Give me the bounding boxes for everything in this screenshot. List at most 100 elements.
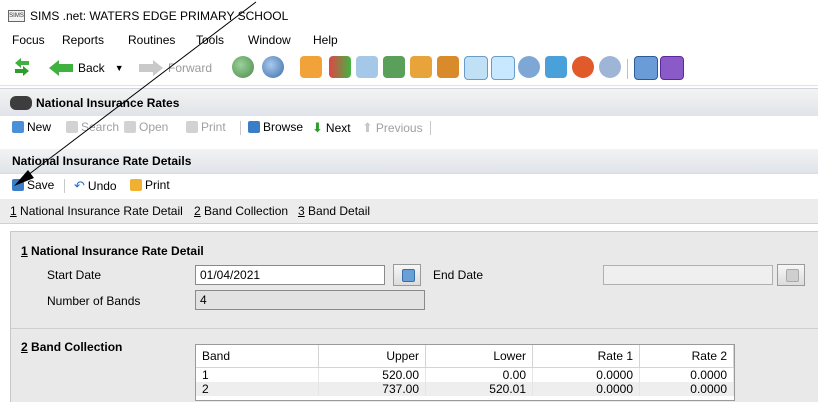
back-button[interactable]: Back ▼	[48, 59, 124, 77]
start-date-field[interactable]: 01/04/2021	[195, 265, 385, 285]
flags-icon[interactable]	[329, 56, 351, 78]
section-action-bar: New Search Open Print Browse ⬇ Next ⬆ Prev…	[0, 116, 818, 140]
column-header-upper[interactable]: Upper	[318, 345, 426, 368]
rate-2-cell: 0.0000	[639, 382, 734, 396]
users-icon[interactable]	[518, 56, 540, 78]
next-button[interactable]: ⬇ Next	[312, 120, 351, 136]
menu-window[interactable]: Window	[248, 33, 291, 47]
forward-label: Forward	[168, 61, 213, 75]
band-cell: 2	[196, 382, 319, 396]
separator	[430, 121, 431, 135]
details-header: National Insurance Rate Details	[0, 149, 818, 174]
end-date-calendar-button[interactable]	[777, 264, 805, 286]
menu-help[interactable]: Help	[313, 33, 338, 47]
number-of-bands-label: Number of Bands	[47, 294, 141, 308]
books-icon[interactable]	[383, 56, 405, 78]
details-title: National Insurance Rate Details	[12, 154, 192, 168]
window-title: SIMS .net: WATERS EDGE PRIMARY SCHOOL	[30, 9, 289, 23]
up-arrow-icon: ⬆	[362, 120, 373, 135]
app-icon: SIMS	[8, 10, 25, 22]
edit-icon[interactable]	[491, 56, 515, 80]
undo-button[interactable]: ↶ Undo	[74, 178, 117, 194]
details-action-bar: Save ↶ Undo Print	[0, 174, 818, 198]
table-row[interactable]: 2 737.00 520.01 0.0000 0.0000	[196, 382, 734, 396]
menu-tools[interactable]: Tools	[196, 33, 224, 47]
people-icon[interactable]	[232, 56, 254, 78]
new-icon	[12, 121, 24, 133]
upper-cell: 737.00	[318, 382, 426, 396]
search-button[interactable]: Search	[66, 120, 119, 134]
menu-focus[interactable]: Focus	[12, 33, 45, 47]
lower-cell: 0.00	[425, 367, 533, 382]
table-row[interactable]: 1 520.00 0.00 0.0000 0.0000	[196, 367, 734, 382]
home-icon[interactable]	[545, 56, 567, 78]
toolbar-separator	[627, 59, 628, 79]
number-of-bands-field: 4	[195, 290, 425, 310]
forward-button[interactable]: Forward	[138, 59, 212, 77]
document-icon[interactable]	[437, 56, 459, 78]
back-arrow-icon	[49, 60, 73, 76]
details-print-button[interactable]: Print	[130, 178, 170, 192]
band-collection-heading: 2 Band Collection	[21, 340, 123, 354]
rate-1-cell: 0.0000	[532, 382, 640, 396]
save-icon	[12, 179, 24, 191]
chart-icon[interactable]	[356, 56, 378, 78]
forward-arrow-icon	[139, 60, 163, 76]
end-date-label: End Date	[433, 268, 484, 282]
section-title: National Insurance Rates	[36, 96, 180, 110]
link-band-detail[interactable]: 3 Band Detail	[298, 204, 370, 218]
undo-icon: ↶	[74, 178, 85, 193]
panel-divider	[11, 328, 818, 329]
link-band-collection[interactable]: 2 Band Collection	[194, 204, 288, 218]
column-header-band[interactable]: Band	[196, 345, 319, 368]
separator	[240, 121, 241, 135]
search-icon	[66, 121, 78, 133]
section-link-bar: 1 National Insurance Rate Detail 2 Band …	[0, 199, 818, 224]
report-icon[interactable]	[410, 56, 432, 78]
band-cell: 1	[196, 367, 319, 382]
section-header: National Insurance Rates	[0, 88, 818, 118]
title-bar: SIMS SIMS .net: WATERS EDGE PRIMARY SCHO…	[0, 0, 818, 30]
browse-button[interactable]: Browse	[248, 120, 303, 134]
column-header-rate-2[interactable]: Rate 2	[639, 345, 734, 368]
down-arrow-icon: ⬇	[312, 120, 323, 135]
print-icon	[186, 121, 198, 133]
print-button[interactable]: Print	[186, 120, 226, 134]
save-button[interactable]: Save	[12, 178, 54, 192]
column-header-lower[interactable]: Lower	[425, 345, 533, 368]
previous-button[interactable]: ⬆ Previous	[362, 120, 423, 136]
book-icon[interactable]	[300, 56, 322, 78]
back-label: Back	[78, 61, 105, 75]
person-icon[interactable]	[262, 56, 284, 78]
start-date-calendar-button[interactable]	[393, 264, 421, 286]
new-button[interactable]: New	[12, 120, 51, 134]
rate-2-cell: 0.0000	[639, 367, 734, 382]
upper-cell: 520.00	[318, 367, 426, 382]
back-dropdown-icon[interactable]: ▼	[115, 63, 124, 73]
open-icon	[124, 121, 136, 133]
end-date-field[interactable]	[603, 265, 773, 285]
grid-icon[interactable]	[634, 56, 658, 80]
binoculars-icon	[10, 96, 32, 110]
menu-reports[interactable]: Reports	[62, 33, 104, 47]
clock-icon[interactable]	[572, 56, 594, 78]
main-toolbar: Back ▼ Forward	[0, 51, 818, 86]
open-button[interactable]: Open	[124, 120, 168, 134]
help-person-icon[interactable]	[599, 56, 621, 78]
link-rate-detail[interactable]: 1 National Insurance Rate Detail	[10, 204, 183, 218]
column-header-rate-1[interactable]: Rate 1	[532, 345, 640, 368]
rate-detail-heading: 1 National Insurance Rate Detail	[21, 244, 204, 258]
group-icon[interactable]	[660, 56, 684, 80]
separator	[64, 179, 65, 193]
lower-cell: 520.01	[425, 382, 533, 396]
table-icon[interactable]	[464, 56, 488, 80]
rate-1-cell: 0.0000	[532, 367, 640, 382]
printer-icon	[130, 179, 142, 191]
band-collection-grid[interactable]: Band Upper Lower Rate 1 Rate 2 1 520.00 …	[195, 344, 735, 401]
calendar-icon	[402, 269, 415, 282]
menu-routines[interactable]: Routines	[128, 33, 175, 47]
calendar-icon	[786, 269, 799, 282]
start-date-label: Start Date	[47, 268, 102, 282]
browse-icon	[248, 121, 260, 133]
switch-arrows-icon[interactable]	[12, 57, 32, 77]
